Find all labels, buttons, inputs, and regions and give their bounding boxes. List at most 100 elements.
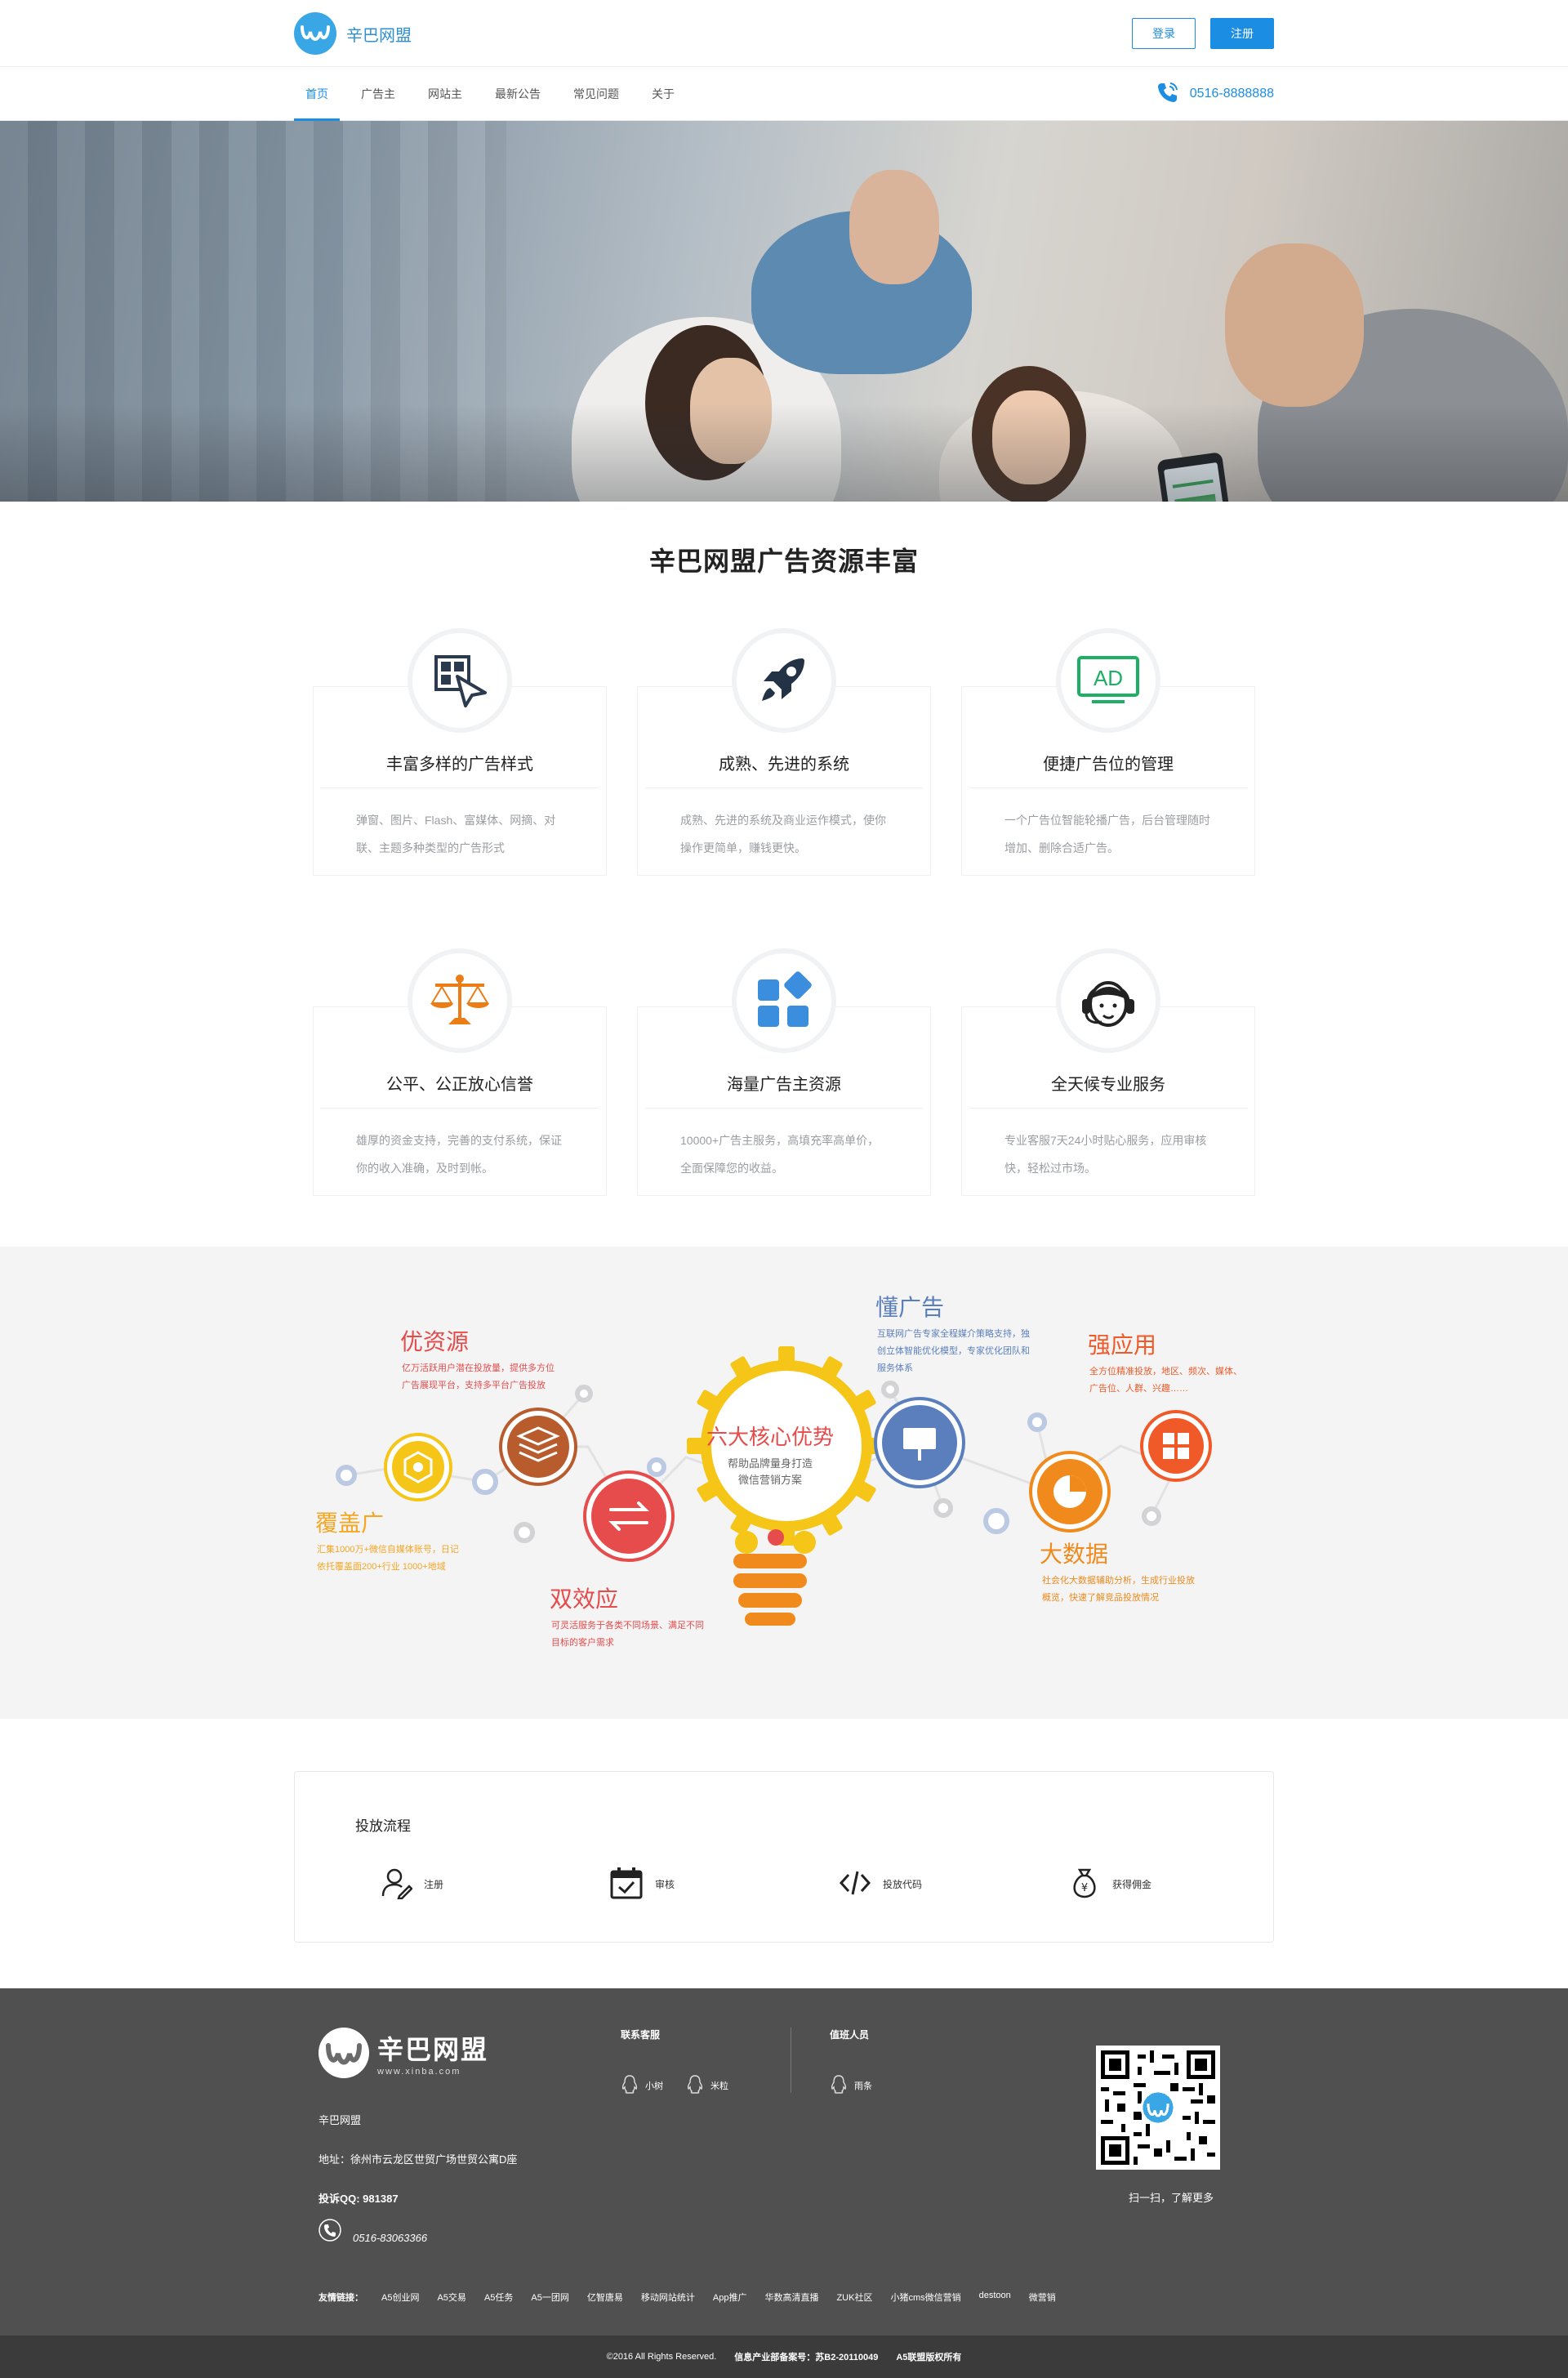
- process-title: 投放流程: [355, 1818, 411, 1834]
- calendar-check-icon: [609, 1866, 644, 1903]
- ad-expertise-node-icon: [874, 1397, 965, 1488]
- service-title: 联系客服: [621, 2029, 661, 2041]
- user-register-icon: [380, 1867, 413, 1902]
- feature-card: 海量广告主资源 10000+广告主服务，高填充率高单价，全面保障您的收益。: [637, 948, 931, 1196]
- brand-name: 辛巴网盟: [346, 26, 412, 45]
- duty-agent-name: 雨条: [854, 2081, 872, 2091]
- ad-board-icon: AD: [1056, 628, 1160, 733]
- big-data-node-icon: [1029, 1451, 1111, 1533]
- friend-link[interactable]: A5任务: [484, 2291, 513, 2304]
- footer-tel: 0516-83063366: [353, 2232, 428, 2244]
- rights-text: A5联盟版权所有: [896, 2353, 962, 2362]
- nav-item-announcements[interactable]: 最新公告: [483, 67, 552, 121]
- adv-desc-dual-1: 可灵活服务于各类不同场景、满足不同: [551, 1619, 704, 1631]
- friend-link[interactable]: 移动网站统计: [641, 2291, 695, 2304]
- adv-desc-expertise-1: 互联网广告专家全程媒介策略支持，独: [877, 1327, 1030, 1339]
- brand-logo[interactable]: 辛巴网盟: [294, 12, 412, 55]
- advantages-section: 六大核心优势 帮助品牌量身打造 微信营销方案 优资源 亿万活跃用户潜在投放量，提…: [0, 1247, 1568, 1719]
- duty-title: 值班人员: [830, 2029, 870, 2041]
- ad-style-icon: [408, 628, 512, 733]
- adv-desc-resources-2: 广告展现平台，支持多平台广告投放: [402, 1379, 546, 1390]
- feature-card: 丰富多样的广告样式 弹窗、图片、Flash、富媒体、网摘、对联、主题多种类型的广…: [313, 628, 607, 876]
- money-bag-icon: ¥: [1068, 1867, 1101, 1902]
- copyright-bar: ©2016 All Rights Reserved. 信息产业部备案号：苏B2-…: [0, 2336, 1568, 2378]
- register-button[interactable]: 注册: [1210, 18, 1274, 49]
- service-agent-name: 小树: [645, 2081, 663, 2091]
- feature-desc: 成熟、先进的系统及商业运作模式，使你操作更简单，赚钱更快。: [680, 814, 886, 854]
- nav-item-publisher[interactable]: 网站主: [416, 67, 474, 121]
- nav-item-faq[interactable]: 常见问题: [562, 67, 630, 121]
- friend-link[interactable]: A5创业网: [381, 2291, 419, 2304]
- phone-icon: [1156, 80, 1180, 109]
- footer-tel-row: 0516-83063366: [318, 2219, 517, 2258]
- top-header: 辛巴网盟 登录 注册: [0, 0, 1568, 67]
- feature-card: 全天候专业服务 专业客服7天24小时贴心服务，应用审核快，轻松过市场。: [961, 948, 1255, 1196]
- service-agent-link[interactable]: 米粒: [686, 2074, 728, 2096]
- friend-link[interactable]: 华数高清直播: [764, 2291, 818, 2304]
- adv-desc-apps-2: 广告位、人群、兴趣……: [1089, 1382, 1188, 1394]
- friend-link[interactable]: ZUK社区: [836, 2291, 872, 2304]
- feature-title: 便捷广告位的管理: [969, 751, 1248, 788]
- qq-icon: [686, 2074, 704, 2096]
- adv-desc-coverage-1: 汇集1000万+微信自媒体账号，日记: [317, 1543, 459, 1555]
- core-gear-icon: [687, 1346, 886, 1626]
- friend-link[interactable]: 亿智唐易: [587, 2291, 623, 2304]
- login-button[interactable]: 登录: [1132, 18, 1196, 49]
- feature-desc: 弹窗、图片、Flash、富媒体、网摘、对联、主题多种类型的广告形式: [356, 814, 556, 854]
- qr-caption: 扫一扫，了解更多: [1128, 2192, 1214, 2204]
- coverage-node-icon: [384, 1433, 452, 1501]
- feature-title: 全天候专业服务: [969, 1071, 1248, 1109]
- adv-desc-expertise-2: 创立体智能优化模型，专家优化团队和: [877, 1345, 1030, 1356]
- footer-complaint-qq: 投诉QQ: 981387: [318, 2193, 399, 2205]
- process-step: ¥ 获得佣金: [1044, 1866, 1273, 1903]
- svg-text:AD: AD: [1094, 666, 1123, 690]
- adv-title-coverage: 覆盖广: [315, 1510, 384, 1536]
- icp-number: 信息产业部备案号：苏B2-20110049: [734, 2353, 879, 2362]
- friend-links: 友情链接： A5创业网 A5交易 A5任务 A5一团网 亿智唐易 移动网站统计 …: [318, 2291, 1056, 2304]
- footer-address: 地址：徐州市云龙区世贸广场世贸公寓D座: [318, 2153, 518, 2166]
- adv-desc-apps-1: 全方位精准投放，地区、频次、媒体、: [1089, 1365, 1242, 1376]
- footer-company: 辛巴网盟: [318, 2114, 362, 2126]
- adv-title-expertise: 懂广告: [875, 1295, 944, 1320]
- feature-title: 丰富多样的广告样式: [320, 751, 599, 788]
- nav-item-about[interactable]: 关于: [640, 67, 686, 121]
- nav-item-advertiser[interactable]: 广告主: [350, 67, 407, 121]
- rocket-icon: [732, 628, 836, 733]
- service-agent-link[interactable]: 小树: [621, 2074, 663, 2096]
- feature-title: 成熟、先进的系统: [644, 751, 924, 788]
- adv-desc-bigdata-2: 概览，快速了解竞品投放情况: [1042, 1591, 1159, 1603]
- feature-desc: 10000+广告主服务，高填充率高单价，全面保障您的收益。: [680, 1134, 880, 1175]
- feature-card: 公平、公正放心信誉 雄厚的资金支持，完善的支付系统，保证你的收入准确，及时到帐。: [313, 948, 607, 1196]
- friend-link[interactable]: A5一团网: [531, 2291, 568, 2304]
- advantages-graphic: 六大核心优势 帮助品牌量身打造 微信营销方案 优资源 亿万活跃用户潜在投放量，提…: [315, 1295, 1242, 1648]
- nav-item-home[interactable]: 首页: [294, 67, 340, 122]
- adv-title-dual: 双效应: [550, 1586, 618, 1612]
- friend-link[interactable]: 微营销: [1029, 2291, 1056, 2304]
- core-title: 六大核心优势: [706, 1425, 834, 1449]
- adv-title-resources: 优资源: [400, 1329, 469, 1354]
- footer-logo: 辛巴网盟 www.xinba.com: [318, 2028, 517, 2078]
- phone-icon: [318, 2219, 341, 2258]
- adv-desc-bigdata-1: 社会化大数据辅助分析，生成行业投放: [1042, 1574, 1195, 1586]
- friend-link[interactable]: 小猪cms微信营销: [890, 2291, 960, 2304]
- adv-title-apps: 强应用: [1088, 1332, 1156, 1358]
- friend-link[interactable]: A5交易: [437, 2291, 466, 2304]
- qr-code: [1096, 2046, 1220, 2170]
- hero-person-right-head: [1225, 243, 1364, 407]
- feature-desc: 雄厚的资金支持，完善的支付系统，保证你的收入准确，及时到帐。: [356, 1134, 562, 1175]
- site-footer: 辛巴网盟 www.xinba.com 辛巴网盟 地址：徐州市云龙区世贸广场世贸公…: [0, 1988, 1568, 2336]
- core-sub1: 帮助品牌量身打造: [728, 1457, 813, 1470]
- footer-logo-icon: [318, 2028, 369, 2078]
- service-agent-name: 米粒: [710, 2081, 728, 2091]
- features-title: 辛巴网盟广告资源丰富: [648, 547, 919, 576]
- adv-desc-resources-1: 亿万活跃用户潜在投放量，提供多方位: [402, 1362, 555, 1373]
- friend-link[interactable]: destoon: [979, 2291, 1011, 2304]
- qq-icon: [621, 2074, 639, 2096]
- hero-banner[interactable]: [0, 121, 1568, 502]
- footer-brand-name: 辛巴网盟: [377, 2035, 489, 2064]
- dual-effect-node-icon: [583, 1470, 675, 1562]
- friend-link[interactable]: App推广: [713, 2291, 747, 2304]
- duty-agent-link[interactable]: 雨条: [830, 2074, 872, 2096]
- apps-grid-icon: [732, 948, 836, 1053]
- scales-icon: [408, 948, 512, 1053]
